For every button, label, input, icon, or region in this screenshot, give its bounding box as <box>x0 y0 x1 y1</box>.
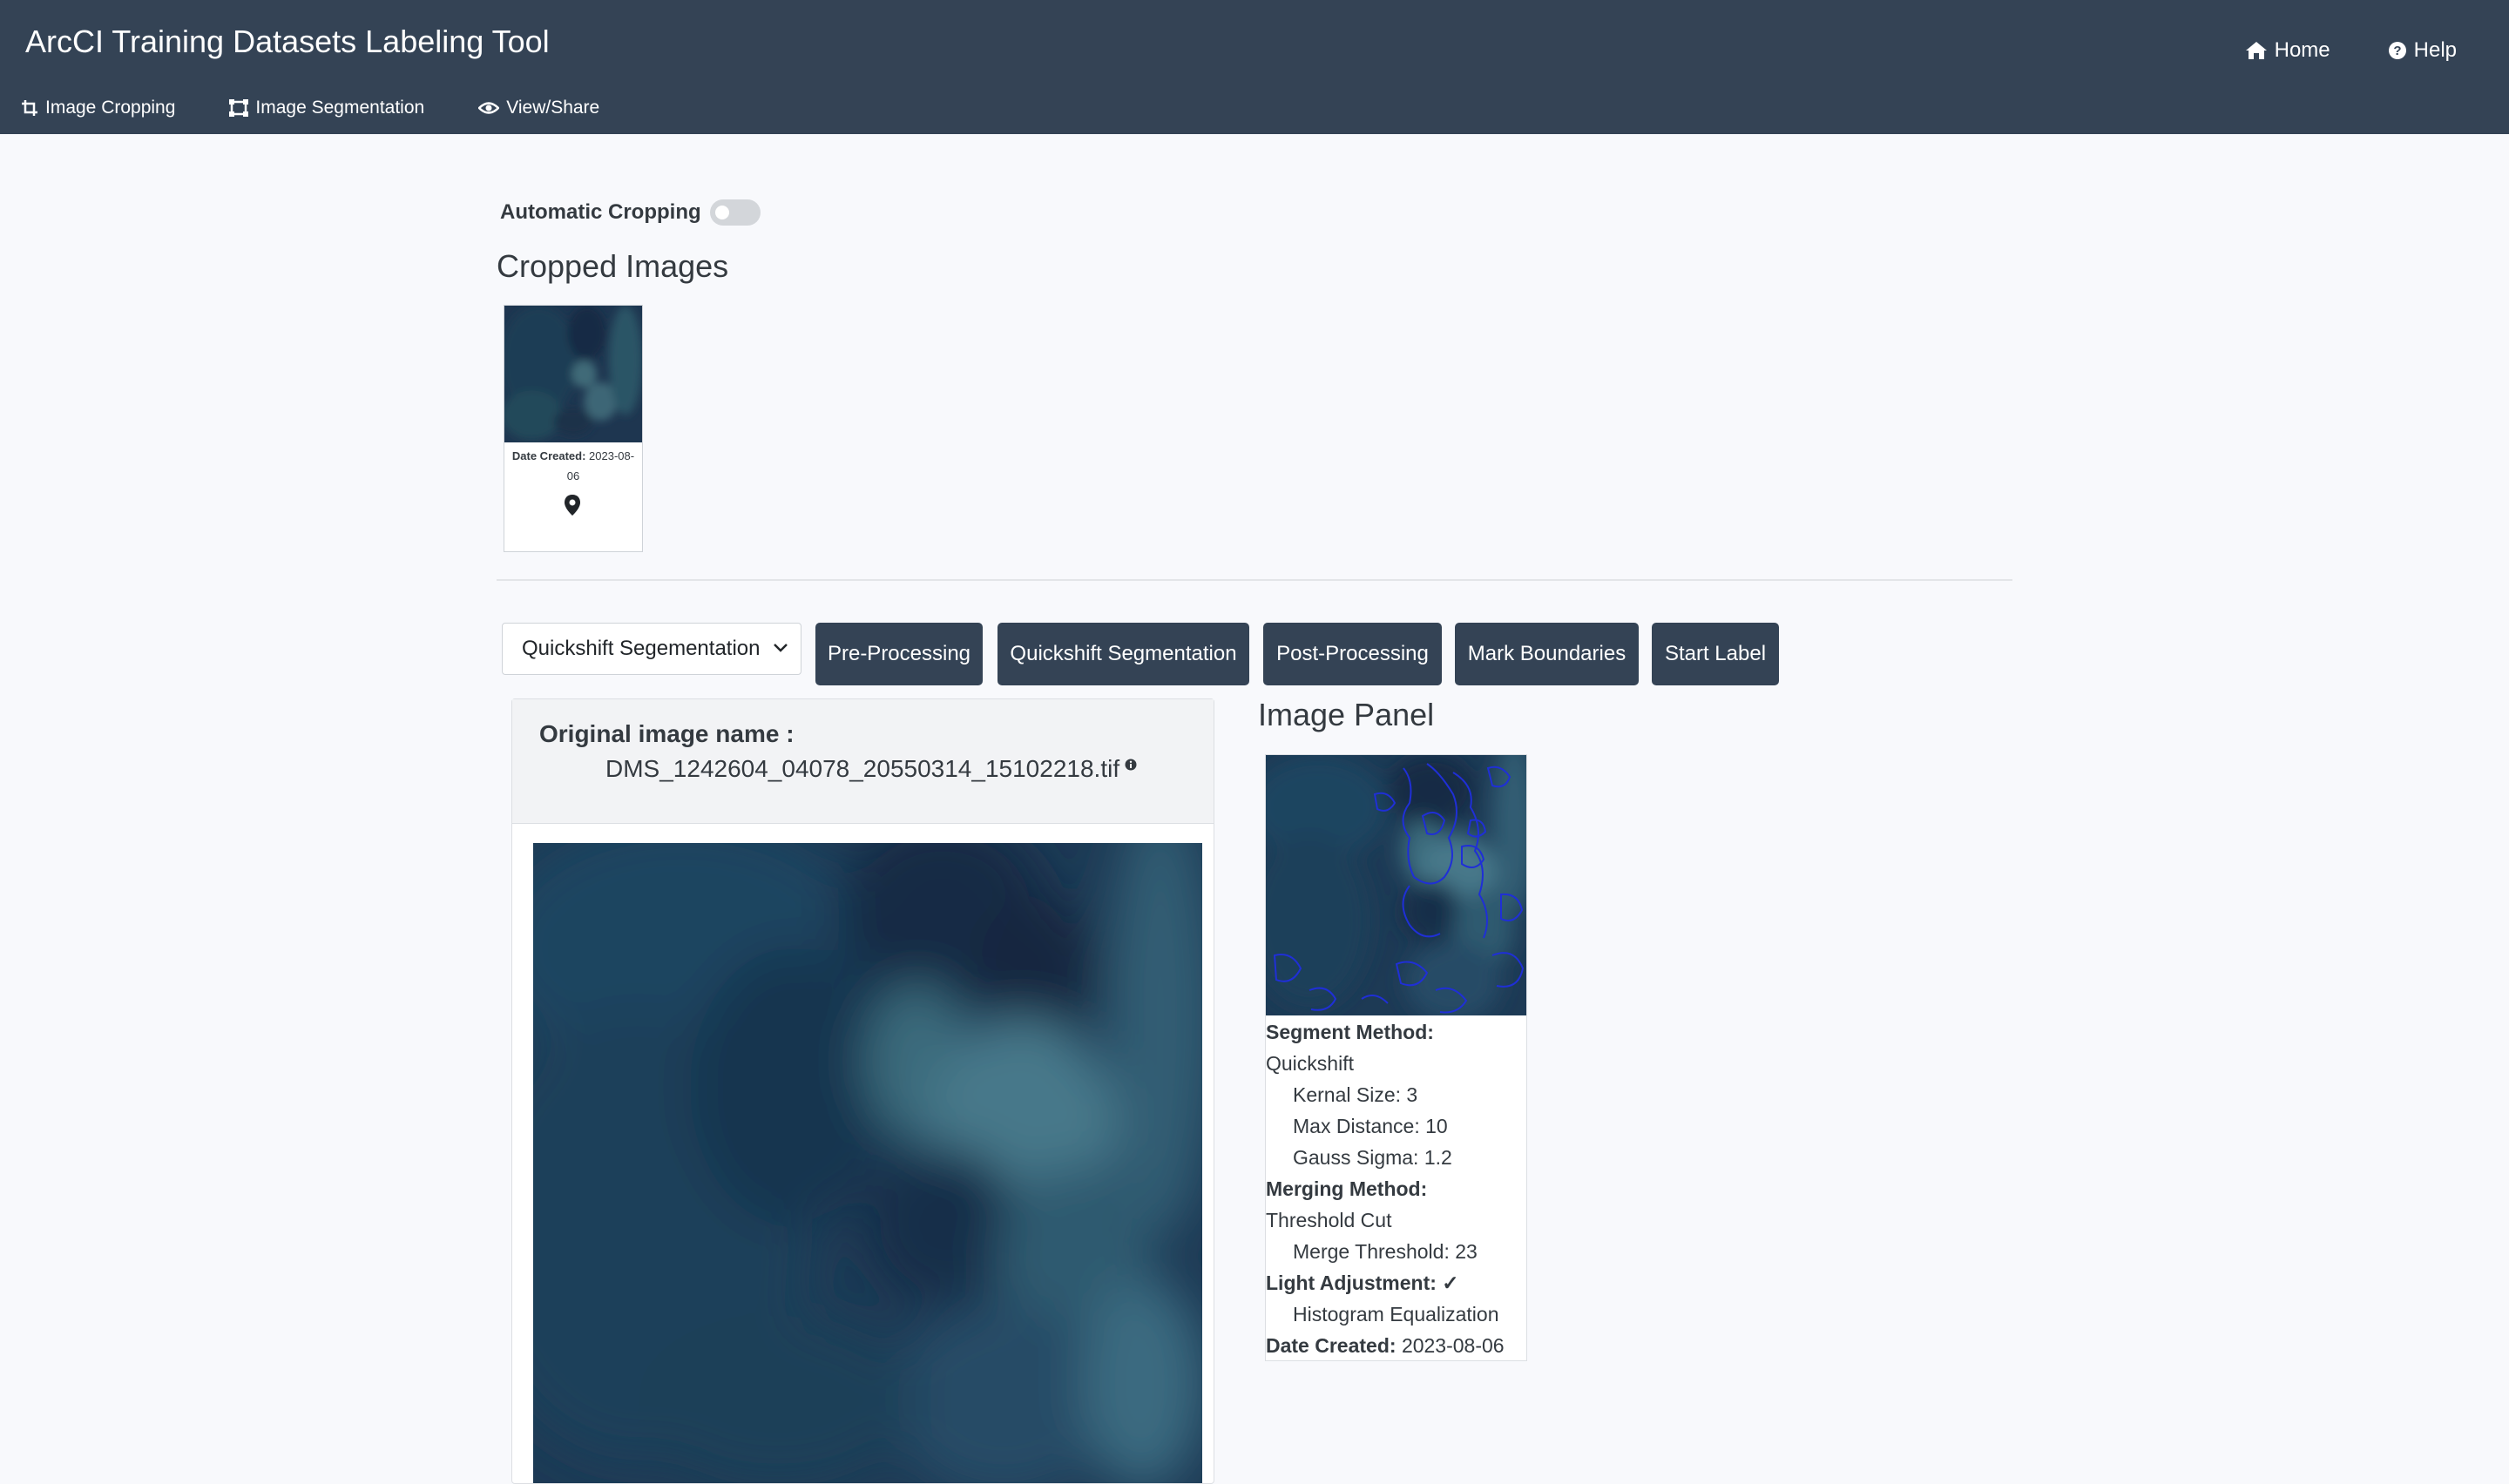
segmentation-icon <box>229 99 249 117</box>
nav-help-label: Help <box>2413 38 2457 62</box>
original-image-card: Original image name : DMS_1242604_04078_… <box>511 698 1214 1484</box>
kernel-size: Kernal Size: 3 <box>1293 1083 1418 1106</box>
post-processing-button[interactable]: Post-Processing <box>1263 623 1442 685</box>
original-image-name: DMS_1242604_04078_20550314_15102218.tif <box>605 755 1120 782</box>
merging-method-value: Threshold Cut <box>1266 1209 1392 1231</box>
original-image-header: Original image name : DMS_1242604_04078_… <box>512 699 1214 824</box>
segmentation-method-select[interactable]: Quickshift Segementation <box>502 623 801 675</box>
nav-right-links: Home ? Help <box>2245 38 2457 63</box>
merging-method-label: Merging Method: <box>1266 1177 1428 1200</box>
date-created-value: 2023-08-06 <box>1401 1334 1505 1357</box>
nav-help-link[interactable]: ? Help <box>2388 38 2457 63</box>
nav-image-cropping[interactable]: Image Cropping <box>21 98 175 118</box>
light-adjustment-value: Histogram Equalization <box>1293 1303 1499 1325</box>
segment-method-label: Segment Method: <box>1266 1021 1434 1043</box>
pre-processing-button[interactable]: Pre-Processing <box>815 623 983 685</box>
app-title[interactable]: ArcCI Training Datasets Labeling Tool <box>25 23 550 61</box>
nav-image-segmentation[interactable]: Image Segmentation <box>229 98 424 118</box>
toggle-knob <box>714 206 729 219</box>
map-pin-button[interactable] <box>563 494 582 521</box>
date-created-label: Date Created: <box>1266 1334 1397 1357</box>
nav-image-segmentation-label: Image Segmentation <box>255 98 425 118</box>
home-icon <box>2245 42 2267 59</box>
eye-icon <box>478 102 500 114</box>
section-divider <box>497 579 2012 581</box>
automatic-cropping-row: Automatic Cropping <box>500 199 761 226</box>
cropped-image-thumbnail[interactable] <box>504 306 642 442</box>
question-circle-icon: ? <box>2388 42 2406 59</box>
nav-view-share-label: View/Share <box>506 98 600 118</box>
automatic-cropping-toggle[interactable] <box>709 199 761 226</box>
chevron-down-icon <box>774 644 788 652</box>
top-navbar: ArcCI Training Datasets Labeling Tool Ho… <box>0 0 2509 134</box>
map-pin-icon <box>565 495 580 516</box>
cropped-images-heading: Cropped Images <box>497 248 729 284</box>
max-distance: Max Distance: 10 <box>1293 1115 1448 1137</box>
segmentation-method-value: Quickshift Segementation <box>522 637 761 660</box>
original-satellite-image <box>533 843 1202 1483</box>
crop-icon <box>22 100 37 116</box>
date-created-label: Date Created: <box>511 449 586 462</box>
nav-image-cropping-label: Image Cropping <box>45 98 176 118</box>
gauss-sigma: Gauss Sigma: 1.2 <box>1293 1146 1452 1169</box>
automatic-cropping-label: Automatic Cropping <box>500 200 701 224</box>
cropped-image-card[interactable]: Date Created: 2023-08-06 <box>504 305 643 552</box>
segmentation-details: Segment Method: Quickshift Kernal Size: … <box>1266 1016 1526 1361</box>
light-adjustment-label: Light Adjustment: ✓ <box>1266 1272 1459 1294</box>
nav-view-share[interactable]: View/Share <box>478 98 599 118</box>
nav-home-label: Home <box>2274 38 2330 62</box>
info-circle-icon[interactable] <box>1125 759 1137 771</box>
image-panel-heading: Image Panel <box>1258 697 1435 732</box>
start-label-button[interactable]: Start Label <box>1652 623 1779 685</box>
merge-threshold: Merge Threshold: 23 <box>1293 1240 1478 1263</box>
segmented-image[interactable] <box>1266 755 1526 1015</box>
original-image-name-row: DMS_1242604_04078_20550314_15102218.tif <box>605 755 1137 783</box>
mark-boundaries-button[interactable]: Mark Boundaries <box>1455 623 1639 685</box>
nav-home-link[interactable]: Home <box>2245 38 2330 63</box>
segmentation-result-card[interactable]: Segment Method: Quickshift Kernal Size: … <box>1265 754 1527 1361</box>
cropped-image-date: Date Created: 2023-08-06 <box>508 446 639 486</box>
nav-sub-links: Image Cropping Image Segmentation View/S… <box>21 98 599 118</box>
segment-method-value: Quickshift <box>1266 1052 1354 1075</box>
quickshift-segmentation-button[interactable]: Quickshift Segmentation <box>998 623 1249 685</box>
original-image-name-label: Original image name : <box>539 720 795 747</box>
svg-text:?: ? <box>2393 44 2401 58</box>
